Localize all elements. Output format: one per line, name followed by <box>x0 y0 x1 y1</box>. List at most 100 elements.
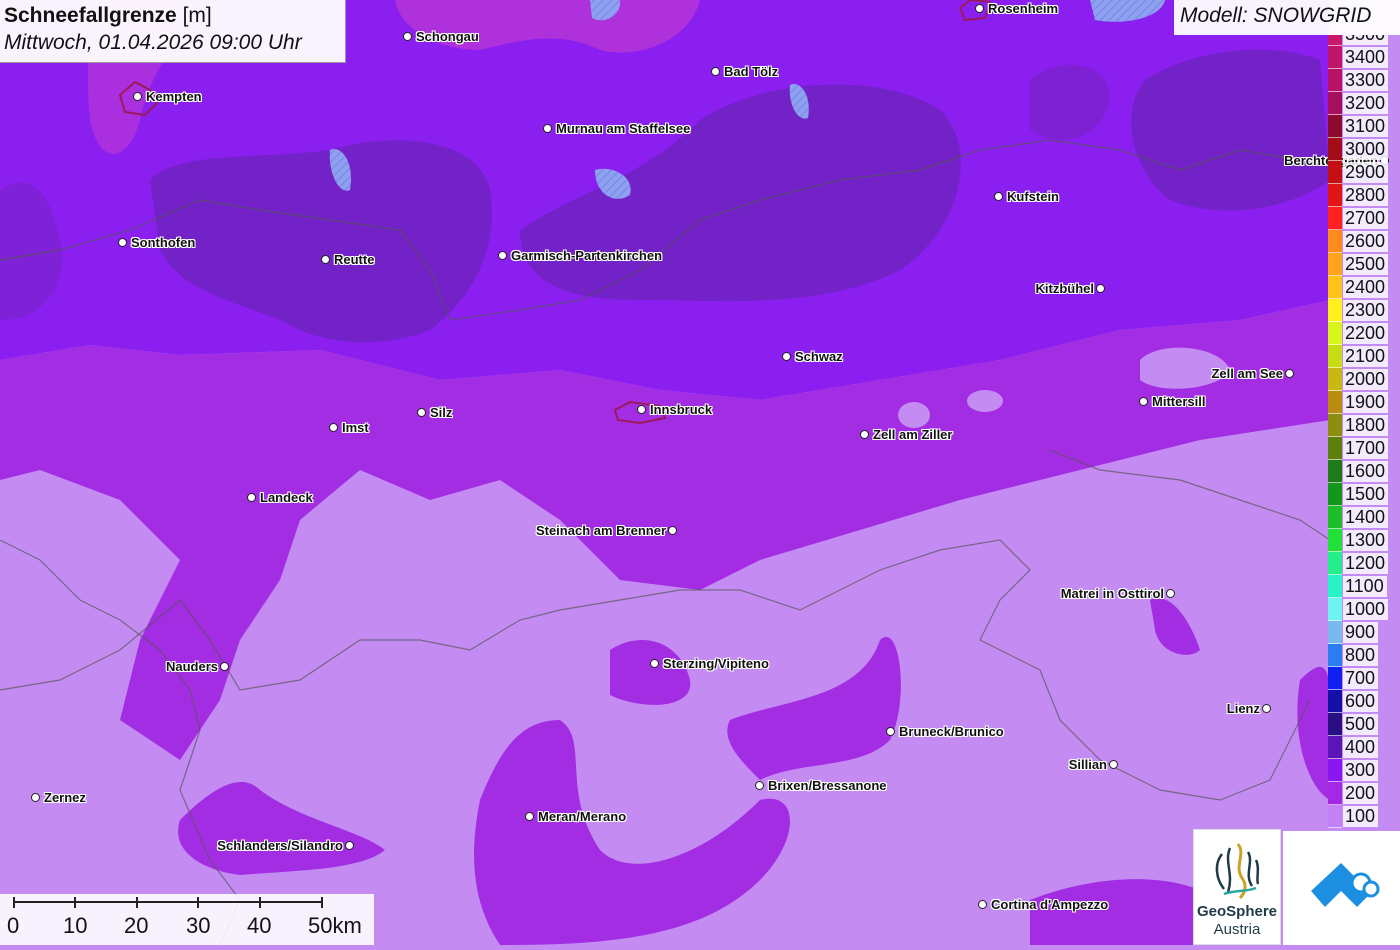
city-label[interactable]: Murnau am Staffelsee <box>556 121 690 136</box>
city-label[interactable]: Sonthofen <box>131 235 195 250</box>
legend-swatch <box>1328 414 1342 437</box>
city-marker[interactable] <box>711 67 720 76</box>
city-marker[interactable] <box>637 405 646 414</box>
city-marker[interactable] <box>1109 760 1118 769</box>
city-marker[interactable] <box>1166 589 1175 598</box>
city-marker[interactable] <box>1096 284 1105 293</box>
city-label[interactable]: Schwaz <box>795 349 843 364</box>
city-marker[interactable] <box>1139 397 1148 406</box>
city-label[interactable]: Nauders <box>166 659 218 674</box>
map-title-box: Schneefallgrenze [m] Mittwoch, 01.04.202… <box>0 0 346 63</box>
legend-label: 2900 <box>1343 162 1389 183</box>
legend-label: 3300 <box>1343 70 1389 91</box>
city-marker[interactable] <box>133 92 142 101</box>
title-parameter: Schneefallgrenze <box>4 4 177 27</box>
city-label[interactable]: Kempten <box>146 89 202 104</box>
city-label[interactable]: Bad Tölz <box>724 64 778 79</box>
legend-row: 2800 <box>1328 184 1400 207</box>
scale-bar: 0 10 20 30 40 50km <box>0 894 374 945</box>
city-label[interactable]: Landeck <box>260 490 313 505</box>
legend-label: 2800 <box>1343 185 1389 206</box>
city-label[interactable]: Schlanders/Silandro <box>217 838 343 853</box>
city-label[interactable]: Lienz <box>1227 701 1260 716</box>
city-label[interactable]: Kitzbühel <box>1036 281 1095 296</box>
city-label[interactable]: Silz <box>430 405 452 420</box>
city-label[interactable]: Brixen/Bressanone <box>768 778 887 793</box>
city-marker[interactable] <box>782 352 791 361</box>
city-marker[interactable] <box>321 255 330 264</box>
city-label[interactable]: Sillian <box>1069 757 1107 772</box>
legend-row: 2200 <box>1328 322 1400 345</box>
legend-label: 200 <box>1343 783 1379 804</box>
city-label[interactable]: Kufstein <box>1007 189 1059 204</box>
legend-swatch <box>1328 69 1342 92</box>
legend-swatch <box>1328 575 1342 598</box>
legend-swatch <box>1328 345 1342 368</box>
legend-label: 900 <box>1343 622 1379 643</box>
city-marker[interactable] <box>417 408 426 417</box>
city-marker[interactable] <box>498 251 507 260</box>
legend-row: 2000 <box>1328 368 1400 391</box>
legend-swatch <box>1328 230 1342 253</box>
city-marker[interactable] <box>994 192 1003 201</box>
model-label: Modell: SNOWGRID <box>1174 0 1400 35</box>
legend-label: 2000 <box>1343 369 1389 390</box>
legend-row: 2600 <box>1328 230 1400 253</box>
legend-row: 2400 <box>1328 276 1400 299</box>
scale-label: 20 <box>124 913 149 938</box>
geosphere-logo[interactable]: GeoSphere Austria <box>1193 829 1281 945</box>
city-marker[interactable] <box>403 32 412 41</box>
snow-service-logo[interactable] <box>1283 831 1400 945</box>
city-marker[interactable] <box>329 423 338 432</box>
city-label[interactable]: Zernez <box>44 790 86 805</box>
legend-row: 400 <box>1328 736 1400 759</box>
city-marker[interactable] <box>978 900 987 909</box>
city-label[interactable]: Cortina d'Ampezzo <box>991 897 1108 912</box>
legend-swatch <box>1328 161 1342 184</box>
legend-label: 1300 <box>1343 530 1389 551</box>
city-label[interactable]: Bruneck/Brunico <box>899 724 1004 739</box>
city-marker[interactable] <box>118 238 127 247</box>
city-marker[interactable] <box>525 812 534 821</box>
city-marker[interactable] <box>975 4 984 13</box>
legend-swatch <box>1328 391 1342 414</box>
city-label[interactable]: Meran/Merano <box>538 809 626 824</box>
city-label[interactable]: Garmisch-Partenkirchen <box>511 248 662 263</box>
city-marker[interactable] <box>1285 369 1294 378</box>
city-label[interactable]: Reutte <box>334 252 374 267</box>
legend-swatch <box>1328 483 1342 506</box>
city-marker[interactable] <box>247 493 256 502</box>
legend-row: 700 <box>1328 667 1400 690</box>
legend-swatch <box>1328 115 1342 138</box>
city-label[interactable]: Innsbruck <box>650 402 712 417</box>
city-label[interactable]: Schongau <box>416 29 479 44</box>
legend-swatch <box>1328 207 1342 230</box>
city-label[interactable]: Rosenheim <box>988 1 1058 16</box>
city-label[interactable]: Zell am Ziller <box>873 427 952 442</box>
city-label[interactable]: Sterzing/Vipiteno <box>663 656 769 671</box>
city-marker[interactable] <box>650 659 659 668</box>
city-label[interactable]: Zell am See <box>1211 366 1283 381</box>
city-marker[interactable] <box>345 841 354 850</box>
city-label[interactable]: Matrei in Osttirol <box>1061 586 1164 601</box>
city-marker[interactable] <box>755 781 764 790</box>
legend-swatch <box>1328 184 1342 207</box>
city-marker[interactable] <box>860 430 869 439</box>
city-label[interactable]: Imst <box>342 420 369 435</box>
city-label[interactable]: Steinach am Brenner <box>536 523 666 538</box>
city-label[interactable]: Mittersill <box>1152 394 1205 409</box>
band-100-island-mittersill <box>967 390 1003 412</box>
legend-swatch <box>1328 299 1342 322</box>
city-marker[interactable] <box>886 727 895 736</box>
legend-label: 400 <box>1343 737 1379 758</box>
city-marker[interactable] <box>1262 704 1271 713</box>
color-legend: 3500 340033003200310030002900280027002600… <box>1328 35 1400 831</box>
snowline-map[interactable] <box>0 0 1400 945</box>
legend-label: 600 <box>1343 691 1379 712</box>
legend-label: 1900 <box>1343 392 1389 413</box>
title-unit: [m] <box>182 4 212 27</box>
city-marker[interactable] <box>543 124 552 133</box>
city-marker[interactable] <box>668 526 677 535</box>
city-marker[interactable] <box>31 793 40 802</box>
city-marker[interactable] <box>220 662 229 671</box>
